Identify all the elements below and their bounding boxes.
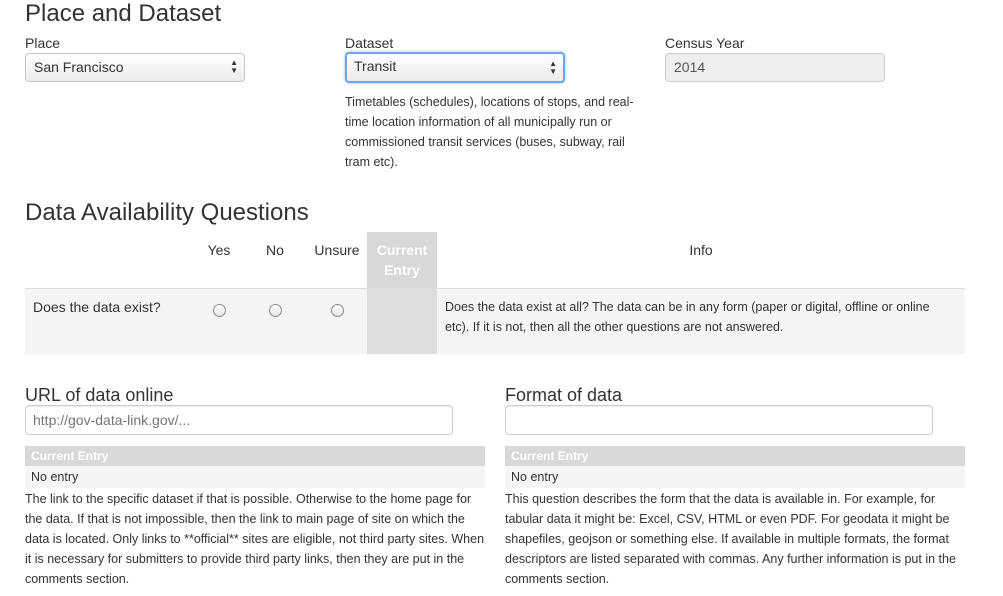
no-radio[interactable]: [268, 303, 282, 317]
url-help-text: The link to the specific dataset if that…: [25, 492, 485, 586]
census-year-label: Census Year: [665, 35, 745, 51]
url-current-entry-header: Current Entry: [25, 446, 485, 466]
url-field-label: URL of data online: [25, 385, 174, 405]
header-unsure: Unsure: [314, 242, 360, 258]
unsure-cell: [307, 287, 367, 354]
header-question: [25, 232, 195, 288]
format-help-text: This question describes the form that th…: [505, 492, 956, 586]
format-field-label: Format of data: [505, 385, 623, 405]
dataset-select-value: Transit: [354, 58, 397, 74]
unsure-radio[interactable]: [330, 303, 344, 317]
section-title-place-dataset: Place and Dataset: [25, 0, 222, 27]
dataset-description: Timetables (schedules), locations of sto…: [345, 95, 634, 169]
url-input[interactable]: [25, 405, 453, 435]
table-header-row: Yes No Unsure Current Entry Info: [25, 232, 965, 288]
header-current-entry: Current Entry: [367, 232, 437, 288]
submission-page: Place and Dataset Place San Francisco ▲ ▼…: [0, 0, 1003, 596]
select-arrows-icon: ▲ ▼: [230, 58, 238, 75]
format-input[interactable]: [505, 405, 933, 435]
place-select[interactable]: San Francisco ▲ ▼: [25, 53, 245, 82]
format-current-entry-value: No entry: [505, 466, 965, 488]
table-row: Does the data exist? Does the data exist…: [25, 287, 965, 354]
yes-radio[interactable]: [212, 303, 226, 317]
dataset-label: Dataset: [345, 35, 394, 51]
dataset-select[interactable]: Transit ▲ ▼: [345, 52, 565, 83]
no-cell: [243, 287, 307, 354]
url-current-entry-value: No entry: [25, 466, 485, 488]
format-current-entry-header: Current Entry: [505, 446, 965, 466]
section-title-availability: Data Availability Questions: [25, 199, 309, 226]
header-yes: Yes: [207, 242, 231, 258]
select-arrows-icon: ▲ ▼: [549, 59, 557, 76]
question-info: Does the data exist at all? The data can…: [437, 287, 965, 354]
census-year-field: 2014: [665, 53, 885, 82]
question-text: Does the data exist?: [25, 287, 195, 354]
header-info: Info: [689, 242, 713, 258]
header-no: No: [266, 242, 284, 258]
place-select-value: San Francisco: [34, 59, 124, 75]
current-entry-cell: [367, 287, 437, 354]
questions-table: Yes No Unsure Current Entry Info Does th…: [25, 232, 965, 354]
place-label: Place: [25, 35, 61, 51]
yes-cell: [195, 287, 243, 354]
